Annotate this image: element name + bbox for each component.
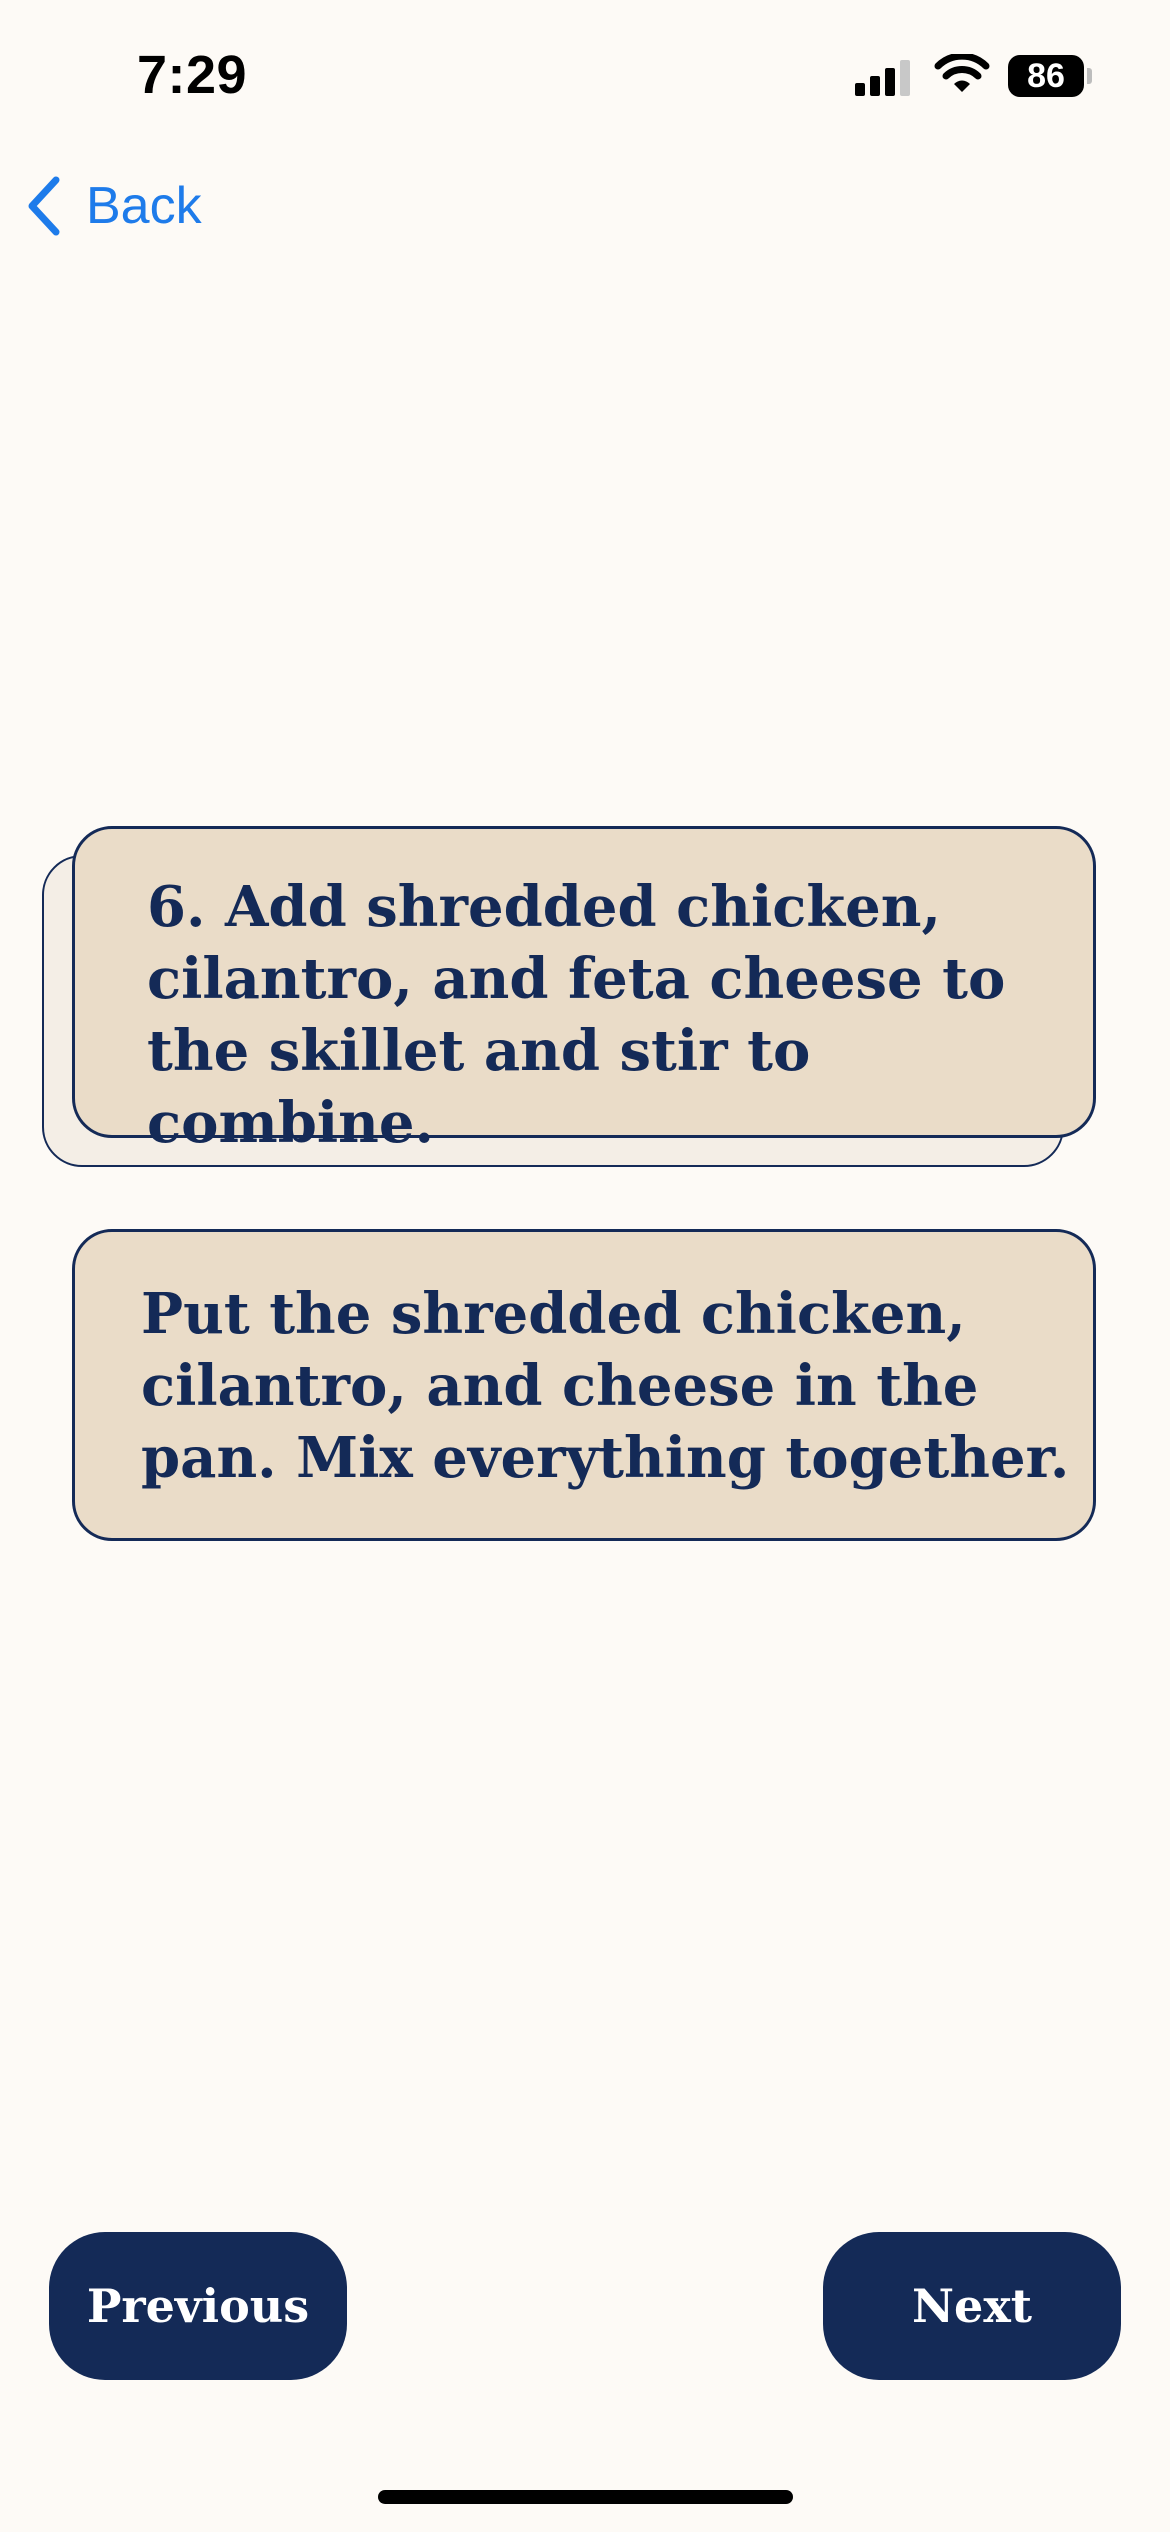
cellular-signal-icon [855, 56, 915, 96]
original-step-text: 6. Add shredded chicken, cilantro, and f… [147, 874, 1006, 1156]
previous-button[interactable]: Previous [49, 2232, 347, 2380]
next-button[interactable]: Next [823, 2232, 1121, 2380]
wifi-icon [934, 54, 990, 92]
battery-level: 86 [1008, 55, 1084, 97]
status-time: 7:29 [137, 45, 248, 105]
chevron-left-icon [28, 176, 60, 236]
simplified-step-card: Put the shredded chicken, cilantro, and … [72, 1229, 1096, 1541]
home-indicator [378, 2490, 793, 2504]
battery-icon: 86 [1008, 55, 1092, 97]
back-label: Back [86, 177, 202, 235]
back-button[interactable]: Back [24, 170, 202, 242]
original-step-card: 6. Add shredded chicken, cilantro, and f… [72, 826, 1096, 1156]
simplified-step-text: Put the shredded chicken, cilantro, and … [141, 1281, 1070, 1491]
